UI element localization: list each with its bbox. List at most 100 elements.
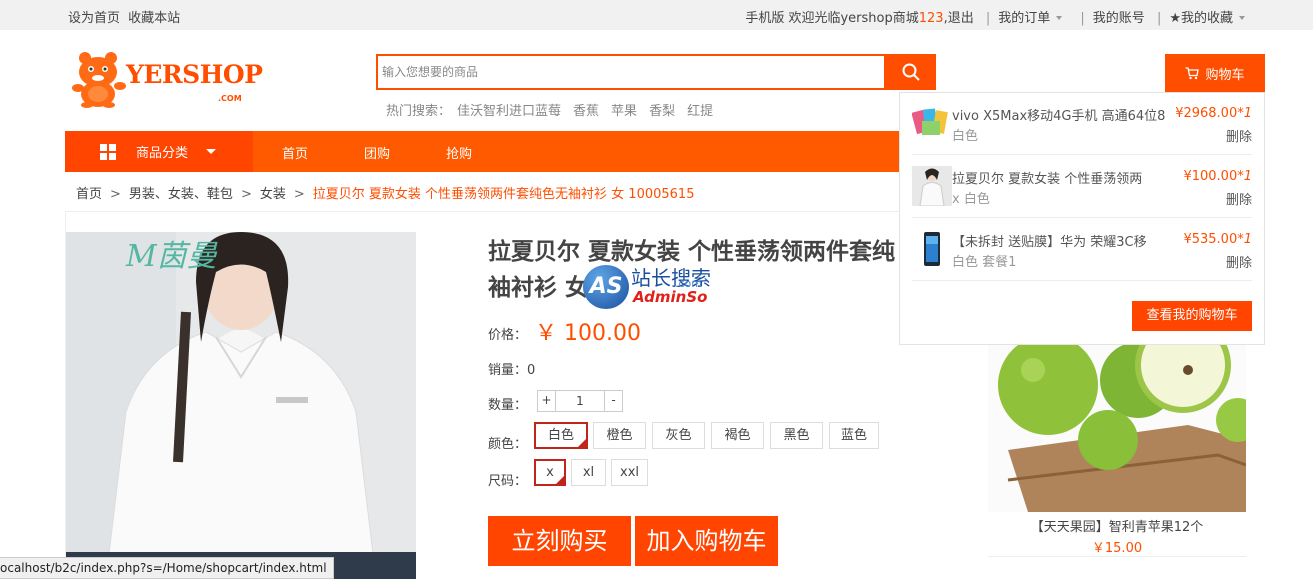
watermark: AS 站长搜索 .com AdminSo [583, 262, 728, 312]
hot-search-item[interactable]: 红提 [687, 104, 713, 119]
search-icon [902, 63, 920, 81]
recommended-product-title[interactable]: 【天天果园】智利青苹果12个 [988, 516, 1246, 535]
product-image[interactable]: M茵曼 [66, 232, 416, 579]
top-bar-left: 设为首页 收藏本站 [68, 7, 184, 26]
logo-subtext: .COM [218, 94, 242, 103]
separator: | [1080, 11, 1085, 26]
separator: | [985, 11, 991, 26]
bear-mascot-icon [72, 52, 126, 108]
cart-item-thumbnail [912, 166, 952, 206]
nav-item-home[interactable]: 首页 [282, 143, 308, 162]
color-label: 颜色： [488, 437, 528, 452]
breadcrumb-separator: > [240, 187, 252, 202]
view-cart-button[interactable]: 查看我的购物车 [1132, 301, 1252, 331]
cart-item-name[interactable]: vivo X5Max移动4G手机 高通64位8 [952, 105, 1168, 124]
breadcrumb-item[interactable]: 男装、女装、鞋包 [129, 187, 233, 202]
search-button[interactable] [885, 54, 936, 90]
site-logo[interactable]: YERSHOP .COM [70, 48, 263, 110]
grid-icon [100, 143, 116, 160]
chevron-down-icon [1239, 15, 1245, 20]
hot-search-item[interactable]: 苹果 [611, 104, 637, 119]
cart-item-name[interactable]: 拉夏贝尔 夏款女装 个性垂荡领两 [952, 168, 1168, 187]
size-label: 尺码： [488, 474, 528, 489]
cart-button[interactable]: 购物车 [1165, 54, 1265, 92]
cart-item-attr: x 白色 [952, 192, 990, 207]
search-box [376, 54, 886, 90]
top-bar: 设为首页 收藏本站 手机版 欢迎光临yershop商城123,退出 | 我的订单 … [0, 0, 1313, 30]
quantity-stepper: + 1 - [537, 390, 623, 412]
watermark-logo: AS [583, 265, 629, 309]
cart-item[interactable]: 拉夏贝尔 夏款女装 个性垂荡领两 x 白色 ¥100.00*1 删除 [912, 156, 1252, 218]
cart-item[interactable]: vivo X5Max移动4G手机 高通64位8 白色 ¥2968.00*1 删除 [912, 93, 1252, 155]
quantity-input[interactable]: 1 [555, 391, 605, 411]
breadcrumb-item[interactable]: 首页 [76, 187, 102, 202]
color-option[interactable]: 褐色 [711, 422, 764, 449]
hot-search-item[interactable]: 香蕉 [573, 104, 599, 119]
breadcrumb: 首页 > 男装、女装、鞋包 > 女装 > 拉夏贝尔 夏款女装 个性垂荡领两件套纯色无袖衬衫 … [76, 183, 694, 202]
cart-item-name[interactable]: 【未拆封 送贴膜】华为 荣耀3C移 [952, 231, 1168, 250]
cart-item[interactable]: 【未拆封 送贴膜】华为 荣耀3C移 白色 套餐1 ¥535.00*1 删除 [912, 219, 1252, 281]
cart-item-delete[interactable]: 删除 [1226, 189, 1252, 208]
cart-item-thumbnail [912, 103, 952, 143]
size-option-selected[interactable]: x [534, 459, 566, 486]
bookmark-link[interactable]: 收藏本站 [128, 11, 180, 26]
shopping-cart-icon [1185, 66, 1200, 79]
chevron-down-icon [1056, 15, 1063, 20]
size-option[interactable]: xxl [611, 459, 648, 486]
color-option[interactable]: 蓝色 [829, 422, 879, 449]
my-account-link[interactable]: 我的账号 [1093, 11, 1145, 26]
nav-item-flashsale[interactable]: 抢购 [446, 143, 472, 162]
set-home-link[interactable]: 设为首页 [68, 11, 120, 26]
mobile-link[interactable]: 手机版 [745, 11, 784, 26]
buy-now-button[interactable]: 立刻购买 [488, 516, 631, 566]
breadcrumb-item[interactable]: 女装 [260, 187, 286, 202]
cart-item-delete[interactable]: 删除 [1226, 252, 1252, 271]
recommended-product-price: ￥15.00 [1091, 541, 1143, 556]
logo-text: YERSHOP [126, 60, 263, 89]
size-option[interactable]: xl [571, 459, 606, 486]
welcome-text: 欢迎光临yershop商城 [788, 11, 919, 26]
apple-photo [988, 330, 1246, 512]
breadcrumb-separator: > [110, 187, 121, 202]
product-image-brand: M茵曼 [125, 239, 218, 274]
category-label: 商品分类 [136, 146, 189, 161]
cart-item-price: ¥100.00*1 [1183, 169, 1252, 184]
quantity-decrease-button[interactable]: - [605, 391, 622, 411]
logout-link[interactable]: ,退出 [944, 11, 974, 26]
cart-item-thumbnail [912, 229, 952, 269]
recommended-product-image[interactable] [988, 330, 1246, 512]
color-option-selected[interactable]: 白色 [534, 422, 588, 449]
quantity-label: 数量： [488, 398, 528, 413]
product-photo: M茵曼 [66, 232, 416, 579]
quantity-increase-button[interactable]: + [538, 391, 555, 411]
cart-item-delete[interactable]: 删除 [1226, 126, 1252, 145]
username[interactable]: 123 [919, 11, 944, 26]
category-menu[interactable]: 商品分类 [65, 131, 253, 172]
cart-item-price: ¥2968.00*1 [1175, 106, 1252, 121]
breadcrumb-separator: > [293, 187, 305, 202]
hot-search-item[interactable]: 佳沃智利进口蓝莓 [457, 104, 561, 119]
color-option[interactable]: 灰色 [652, 422, 705, 449]
browser-status-bar: ocalhost/b2c/index.php?s=/Home/shopcart/… [0, 557, 334, 579]
hot-search-label: 热门搜索： [386, 104, 452, 119]
price-label: 价格： [488, 328, 528, 343]
chevron-down-icon [206, 149, 217, 154]
cart-item-price: ¥535.00*1 [1183, 232, 1252, 247]
hot-searches: 热门搜索： 佳沃智利进口蓝莓 香蕉 苹果 香梨 红提 [386, 100, 725, 119]
my-favorites-link[interactable]: ★我的收藏 [1169, 11, 1233, 26]
sales-label: 销量：0 [488, 363, 536, 378]
nav-item-groupbuy[interactable]: 团购 [364, 143, 390, 162]
hot-search-item[interactable]: 香梨 [649, 104, 675, 119]
my-orders-link[interactable]: 我的订单 [998, 11, 1050, 26]
add-to-cart-button[interactable]: 加入购物车 [635, 516, 778, 566]
separator: | [1156, 11, 1162, 26]
search-input[interactable] [378, 56, 884, 88]
color-option[interactable]: 黑色 [770, 422, 823, 449]
cart-dropdown: vivo X5Max移动4G手机 高通64位8 白色 ¥2968.00*1 删除… [899, 92, 1265, 345]
cart-item-attr: 白色 [952, 129, 979, 144]
breadcrumb-current: 拉夏贝尔 夏款女装 个性垂荡领两件套纯色无袖衬衫 女 10005615 [312, 187, 695, 202]
watermark-subtitle: AdminSo [633, 288, 708, 306]
top-bar-right: 手机版 欢迎光临yershop商城123,退出 | 我的订单 | 我的账号 | ★我的… [745, 7, 1251, 26]
cart-item-attr: 白色 套餐1 [952, 255, 1017, 270]
color-option[interactable]: 橙色 [593, 422, 646, 449]
